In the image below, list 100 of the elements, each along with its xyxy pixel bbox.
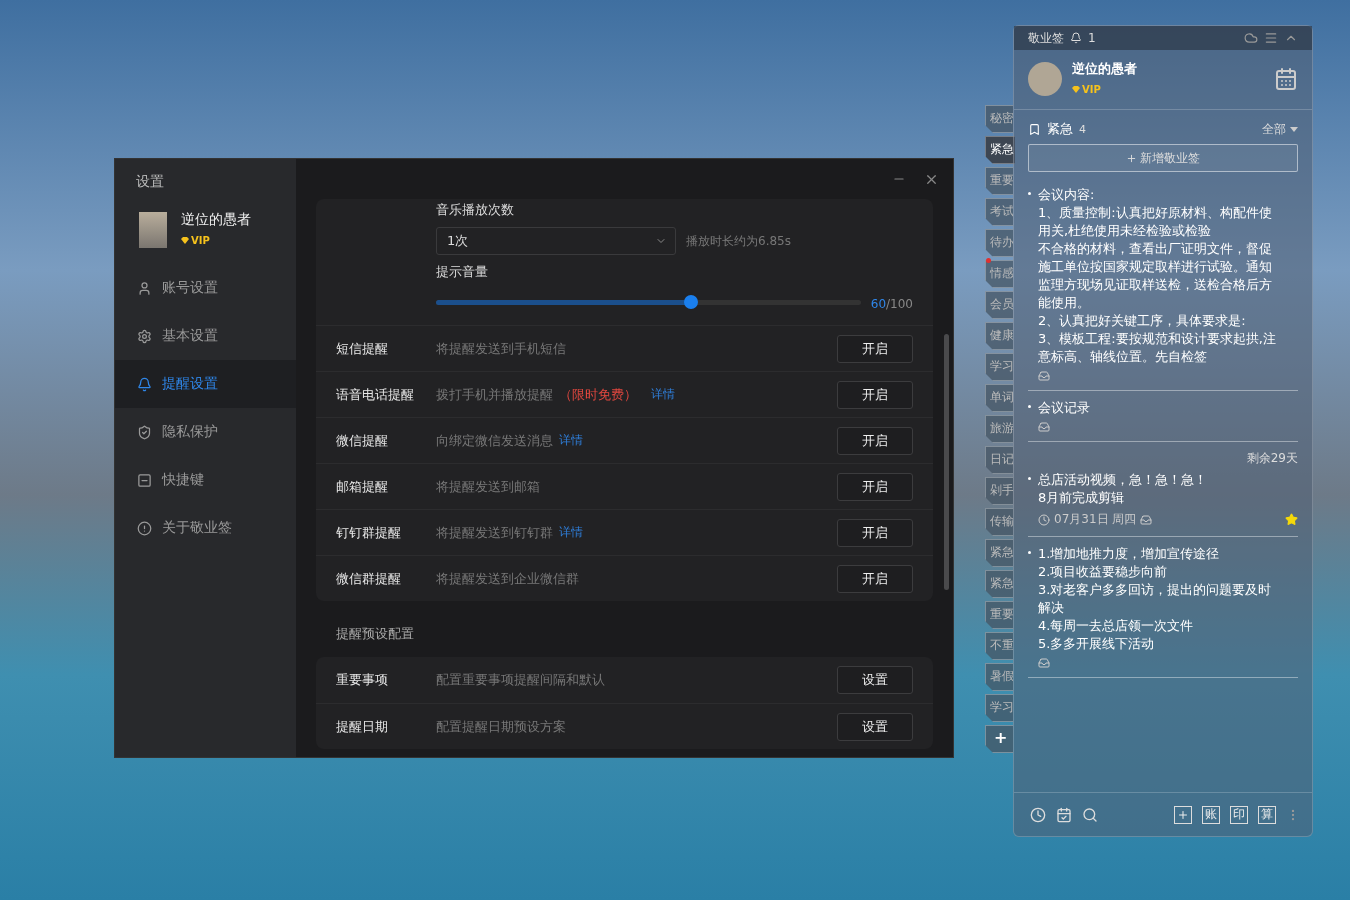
- configure-button[interactable]: 设置: [837, 712, 913, 741]
- note-item[interactable]: 会议内容: 1、质量控制:认真把好原材料、构配件使用关,杜绝使用未经检验或检验 不合格的材料，查看出厂证明文件，督促施工单位按国家规定取样进行试验。通知监理方现场见证取样送检，送检合格后方能使用。 2、认真把好关键工序，具体要求是: 3、模板工程:要按规范和设计要求起拱,注意标高、轴线位置。先自检签: [1028, 186, 1298, 391]
- sidebar-item[interactable]: 提醒设置: [115, 360, 296, 408]
- bullet-icon: [1028, 192, 1031, 195]
- scrollbar[interactable]: [944, 334, 949, 590]
- tool-button[interactable]: 算: [1258, 805, 1276, 824]
- note-item[interactable]: 会议记录: [1028, 399, 1298, 442]
- tool-button[interactable]: 账: [1202, 805, 1220, 824]
- bullet-icon: [1028, 405, 1031, 408]
- tray-icon: [1140, 513, 1153, 526]
- category-tab[interactable]: 日记: [985, 446, 1013, 474]
- vip-badge: VIP: [1072, 84, 1101, 95]
- setting-description: 向绑定微信发送消息: [436, 431, 553, 450]
- note-item[interactable]: 1.增加地推力度，增加宣传途径 2.项目收益要稳步向前 3.对老客户多多回访，提出的问题要及时解决 4.每周一去总店领一次文件 5.多多开展线下活动: [1028, 545, 1298, 678]
- shield-icon: [137, 424, 152, 440]
- bookmark-icon: [1028, 122, 1041, 136]
- category-name: 紧急: [1047, 120, 1073, 138]
- field-label: 提示音量: [436, 263, 489, 281]
- bullet-icon: [1028, 477, 1031, 480]
- setting-name: 微信提醒: [336, 431, 389, 450]
- avatar-photo: [139, 211, 167, 248]
- sidebar-item[interactable]: 隐私保护: [115, 408, 296, 456]
- category-tab[interactable]: 学习: [985, 694, 1013, 722]
- clock-icon: [1038, 513, 1050, 526]
- setting-description: 拨打手机并播放提醒: [436, 385, 553, 404]
- note-text: 4.每周一去总店领一次文件: [1038, 617, 1195, 635]
- vip-badge: VIP: [181, 235, 210, 246]
- enable-button[interactable]: 开启: [837, 426, 913, 455]
- slider-thumb[interactable]: [683, 294, 698, 309]
- sidebar-item[interactable]: 快捷键: [115, 456, 296, 504]
- category-tab[interactable]: 秘密: [985, 105, 1013, 133]
- configure-button[interactable]: 设置: [837, 666, 913, 694]
- setting-description: 将提醒发送到企业微信群: [436, 569, 579, 588]
- category-tab[interactable]: 单词: [985, 384, 1013, 412]
- setting-name: 提醒日期: [336, 717, 389, 736]
- setting-name: 重要事项: [336, 671, 389, 689]
- note-text: 不合格的材料，查看出厂证明文件，督促施工单位按国家规定取样进行试验。通知监理方现场见证取样送检，送检合格后方能使用。: [1038, 240, 1273, 312]
- setting-name: 微信群提醒: [336, 569, 402, 588]
- search-icon[interactable]: [1082, 806, 1098, 823]
- note-item[interactable]: 剩余29天 总店活动视频，急！急！急！ 8月前完成剪辑 07月31日 周四: [1028, 450, 1298, 537]
- note-text: 8月前完成剪辑: [1038, 489, 1126, 507]
- setting-description: 将提醒发送到钉钉群: [436, 523, 553, 542]
- category-tab[interactable]: 考试: [985, 198, 1013, 226]
- category-tab[interactable]: 重要: [985, 601, 1013, 629]
- clock-icon[interactable]: [1030, 806, 1046, 823]
- setting-description: 配置重要事项提醒间隔和默认: [436, 671, 605, 689]
- details-link[interactable]: 详情: [559, 432, 583, 449]
- details-link[interactable]: 详情: [651, 386, 675, 403]
- category-tab[interactable]: 重要: [985, 167, 1013, 195]
- tray-icon: [1038, 657, 1050, 669]
- category-tab[interactable]: 紧急: [985, 570, 1013, 598]
- setting-name: 邮箱提醒: [336, 477, 389, 496]
- days-remaining: 剩余29天: [1246, 450, 1298, 467]
- star-icon[interactable]: [1285, 513, 1298, 526]
- note-text: 会议记录: [1038, 399, 1091, 417]
- add-category-tab[interactable]: +: [985, 725, 1013, 753]
- note-text: 5.多多开展线下活动: [1038, 635, 1156, 653]
- bell-icon[interactable]: [1070, 32, 1082, 44]
- note-text: 2.项目收益要稳步向前: [1038, 563, 1169, 581]
- enable-button[interactable]: 开启: [837, 518, 913, 547]
- note-text: 3、模板工程:要按规范和设计要求起拱,注意标高、轴线位置。先自检签: [1038, 330, 1277, 366]
- menu-icon[interactable]: [1264, 31, 1278, 45]
- category-tab[interactable]: 暑假: [985, 663, 1013, 691]
- category-tab[interactable]: 剁手: [985, 477, 1013, 505]
- window-title: 设置: [135, 172, 165, 191]
- enable-button[interactable]: 开启: [837, 380, 913, 409]
- details-link[interactable]: 详情: [559, 524, 583, 541]
- category-tab[interactable]: 健康: [985, 322, 1013, 350]
- sidebar-item[interactable]: 基本设置: [115, 312, 296, 360]
- category-tab[interactable]: 会员: [985, 291, 1013, 319]
- category-tab[interactable]: 旅游: [985, 415, 1013, 443]
- note-date: 07月31日 周四: [1054, 511, 1137, 528]
- category-count: 4: [1079, 122, 1086, 136]
- calendar-icon[interactable]: [1274, 66, 1298, 91]
- sidebar-item[interactable]: 关于敬业签: [115, 504, 296, 552]
- setting-description: 配置提醒日期预设方案: [436, 717, 566, 736]
- tool-button[interactable]: 印: [1230, 805, 1248, 824]
- user-name: 逆位的愚者: [1072, 60, 1138, 78]
- add-note-button[interactable]: 新增敬业签: [1028, 144, 1298, 172]
- category-tab[interactable]: 紧急: [985, 539, 1013, 567]
- add-icon[interactable]: [1174, 805, 1192, 824]
- category-tab[interactable]: 不重: [985, 632, 1013, 660]
- category-tab[interactable]: 传输: [985, 508, 1013, 536]
- free-tag: （限时免费）: [559, 385, 637, 404]
- play-count-dropdown[interactable]: 1次: [436, 227, 676, 255]
- setting-name: 语音电话提醒: [336, 385, 415, 404]
- note-text: 1.增加地推力度，增加宣传途径: [1038, 545, 1221, 563]
- enable-button[interactable]: 开启: [837, 472, 913, 501]
- calendar-check-icon[interactable]: [1056, 806, 1072, 823]
- plus-icon: [1126, 152, 1137, 164]
- sidebar-item[interactable]: 账号设置: [115, 264, 296, 312]
- category-tab[interactable]: 情感: [985, 260, 1013, 288]
- category-tab[interactable]: 学习: [985, 353, 1013, 381]
- enable-button[interactable]: 开启: [837, 334, 913, 363]
- enable-button[interactable]: 开启: [837, 564, 913, 593]
- cloud-icon[interactable]: [1244, 31, 1258, 45]
- category-tab[interactable]: 紧急: [985, 136, 1015, 164]
- filter-dropdown[interactable]: 全部: [1262, 120, 1298, 138]
- notification-count: 1: [1088, 31, 1096, 45]
- section-heading: 提醒预设配置: [335, 625, 415, 643]
